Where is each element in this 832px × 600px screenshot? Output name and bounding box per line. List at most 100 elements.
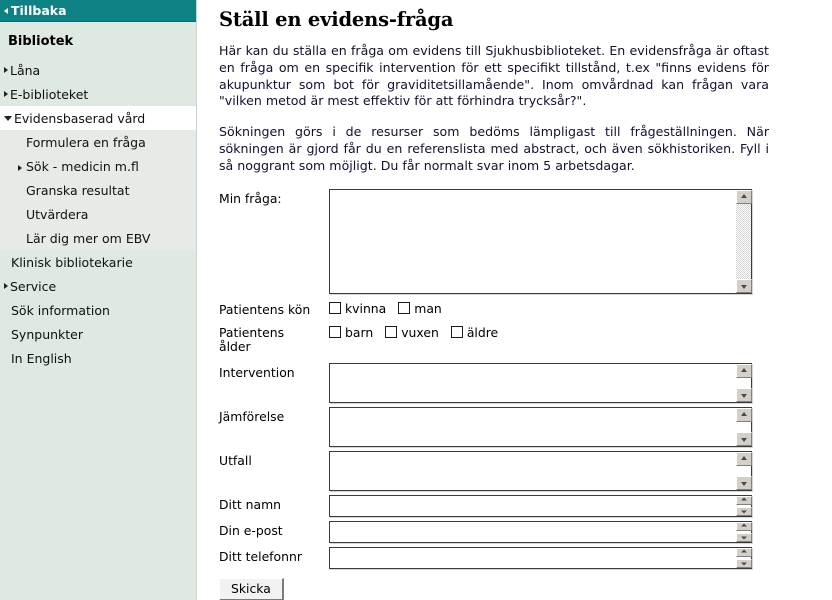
phone-label: Ditt telefonnr — [219, 548, 302, 564]
scroll-down-icon[interactable] — [736, 278, 752, 293]
scroll-down-icon[interactable] — [736, 532, 752, 542]
sidebar-item-4[interactable]: Sök - medicin m.fl — [0, 154, 196, 178]
email-input[interactable] — [330, 521, 751, 542]
name-textarea-wrap[interactable] — [329, 494, 752, 517]
sidebar-item-5[interactable]: Granska resultat — [0, 178, 196, 202]
scrollbar-track[interactable] — [736, 203, 751, 279]
comparison-input[interactable] — [330, 407, 751, 446]
sidebar-item-3[interactable]: Formulera en fråga — [0, 130, 196, 154]
comparison-scrollbar[interactable] — [735, 407, 752, 446]
sidebar-item-label: Synpunkter — [11, 326, 84, 342]
name-scrollbar[interactable] — [735, 495, 752, 516]
sidebar-indent — [4, 159, 26, 174]
page-root: Tillbaka Bibliotek Låna E-biblioteket Evid… — [0, 0, 832, 600]
outcome-input[interactable] — [330, 451, 751, 490]
sidebar-item-label: Sök - medicin m.fl — [26, 158, 139, 174]
checkbox-icon[interactable] — [398, 302, 411, 315]
submit-button[interactable]: Skicka — [219, 577, 284, 600]
gender-option-label: kvinna — [345, 300, 387, 316]
scroll-up-icon[interactable] — [736, 547, 752, 557]
age-option-1[interactable]: vuxen — [385, 325, 439, 340]
intro-paragraph-1: Här kan du ställa en fråga om evidens ti… — [219, 43, 769, 109]
age-option-label: vuxen — [401, 324, 439, 340]
scroll-down-icon[interactable] — [736, 506, 752, 516]
form-row-age: Patientens ålder barn vuxen äldre — [219, 324, 779, 354]
sidebar-item-label: Service — [10, 278, 57, 294]
sidebar-item-10[interactable]: Sök information — [0, 298, 196, 322]
scroll-down-icon[interactable] — [736, 558, 752, 568]
sidebar-item-label: Utvärdera — [26, 206, 89, 222]
question-scrollbar[interactable] — [735, 189, 752, 293]
sidebar-item-label: Låna — [10, 62, 41, 78]
triangle-right-icon — [4, 91, 8, 97]
main-content: Ställ en evidens-fråga Här kan du ställa… — [197, 0, 832, 600]
sidebar-item-7[interactable]: Lär dig mer om EBV — [0, 226, 196, 250]
outcome-scrollbar[interactable] — [735, 451, 752, 490]
intervention-input[interactable] — [330, 363, 751, 402]
age-option-label: äldre — [466, 324, 499, 340]
email-scrollbar[interactable] — [735, 521, 752, 542]
scroll-down-icon[interactable] — [736, 431, 752, 446]
question-input[interactable] — [330, 189, 751, 293]
outcome-textarea-wrap[interactable] — [329, 450, 752, 491]
checkbox-icon[interactable] — [329, 302, 341, 315]
phone-textarea-wrap[interactable] — [329, 546, 752, 569]
sidebar-item-6[interactable]: Utvärdera — [0, 202, 196, 226]
sidebar-item-label: Granska resultat — [26, 182, 130, 198]
evidence-question-form: Min fråga: Patientens kön kvinna man Pat… — [219, 188, 779, 600]
scroll-up-icon[interactable] — [736, 189, 752, 204]
phone-input[interactable] — [330, 547, 751, 568]
name-input[interactable] — [330, 495, 751, 516]
form-row-phone: Ditt telefonnr — [219, 546, 779, 569]
intervention-scrollbar[interactable] — [735, 363, 752, 402]
comparison-textarea-wrap[interactable] — [329, 406, 752, 447]
gender-option-0[interactable]: kvinna — [329, 301, 386, 316]
name-label: Ditt namn — [219, 496, 282, 512]
scroll-up-icon[interactable] — [736, 451, 752, 466]
sidebar-item-8[interactable]: Klinisk bibliotekarie — [0, 250, 196, 274]
triangle-down-icon — [4, 115, 12, 121]
scroll-down-icon[interactable] — [736, 475, 752, 490]
intervention-textarea-wrap[interactable] — [329, 362, 752, 403]
phone-scrollbar[interactable] — [735, 547, 752, 568]
sidebar-item-2[interactable]: Evidensbaserad vård — [0, 106, 196, 130]
sidebar-item-9[interactable]: Service — [0, 274, 196, 298]
sidebar-item-0[interactable]: Låna — [0, 58, 196, 82]
form-row-comparison: Jämförelse — [219, 406, 779, 447]
sidebar-item-label: E-biblioteket — [10, 86, 89, 102]
question-label: Min fråga: — [219, 190, 282, 206]
checkbox-icon[interactable] — [329, 326, 341, 339]
form-row-question: Min fråga: — [219, 188, 779, 294]
checkbox-icon[interactable] — [450, 326, 463, 339]
sidebar-item-label: Lär dig mer om EBV — [26, 230, 151, 246]
email-textarea-wrap[interactable] — [329, 520, 752, 543]
form-row-intervention: Intervention — [219, 362, 779, 403]
age-option-2[interactable]: äldre — [450, 324, 499, 340]
sidebar-item-11[interactable]: Synpunkter — [0, 322, 196, 346]
form-row-submit: Skicka — [219, 577, 779, 600]
intro-paragraph-2: Sökningen görs i de resurser som bedöms … — [219, 124, 769, 173]
email-label: Din e-post — [219, 522, 283, 538]
gender-option-1[interactable]: man — [398, 301, 442, 316]
scroll-down-icon[interactable] — [736, 387, 752, 402]
sidebar-item-1[interactable]: E-biblioteket — [0, 82, 196, 106]
age-checkbox-group: barn vuxen äldre — [329, 324, 510, 340]
comparison-label: Jämförelse — [219, 408, 285, 424]
scroll-up-icon[interactable] — [736, 495, 752, 505]
scroll-up-icon[interactable] — [736, 363, 752, 378]
sidebar-item-label: Evidensbaserad vård — [14, 110, 146, 126]
gender-label: Patientens kön — [219, 301, 311, 317]
age-label-line-2: ålder — [219, 338, 251, 354]
scroll-up-icon[interactable] — [736, 407, 752, 422]
triangle-right-icon — [4, 67, 8, 73]
sidebar-item-label: Formulera en fråga — [26, 134, 146, 150]
sidebar-nav: Låna E-biblioteket Evidensbaserad vård Form… — [0, 58, 196, 370]
question-textarea-wrap[interactable] — [329, 188, 752, 294]
checkbox-icon[interactable] — [385, 326, 398, 339]
age-option-0[interactable]: barn — [329, 325, 373, 340]
sidebar-item-12[interactable]: In English — [0, 346, 196, 370]
back-button[interactable]: Tillbaka — [0, 0, 196, 22]
triangle-left-icon — [4, 8, 8, 14]
scroll-up-icon[interactable] — [736, 521, 752, 531]
age-label-line-1: Patientens — [219, 324, 285, 340]
